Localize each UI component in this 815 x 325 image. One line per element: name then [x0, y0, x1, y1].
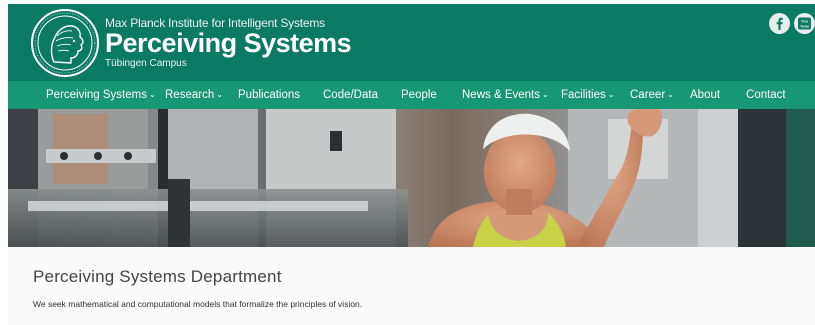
nav-item-publications[interactable]: Publications — [238, 81, 300, 109]
hero-photo-illustration — [8, 109, 815, 247]
chevron-down-icon: ⌄ — [148, 90, 156, 99]
site-header: Max Planck Institute for Intelligent Sys… — [8, 4, 815, 81]
nav-label: Research — [165, 89, 215, 101]
nav-item-facilities[interactable]: Facilities ⌄ — [561, 81, 614, 109]
chevron-down-icon: ⌄ — [667, 90, 674, 99]
nav-label: Career — [630, 89, 666, 101]
facebook-icon[interactable] — [769, 13, 790, 34]
chevron-down-icon: ⌄ — [607, 90, 615, 99]
nav-label: People — [401, 89, 437, 101]
hero-image — [8, 109, 815, 247]
nav-label: News & Events — [462, 89, 540, 101]
campus-name: Tübingen Campus — [105, 58, 187, 69]
youtube-label-bottom: Tube — [800, 23, 810, 28]
nav-item-contact[interactable]: Contact — [746, 81, 786, 109]
youtube-icon[interactable]: You Tube — [794, 13, 815, 34]
page: Max Planck Institute for Intelligent Sys… — [8, 4, 815, 325]
nav-item-career[interactable]: Career ⌄ — [630, 81, 674, 109]
nav-label: Publications — [238, 89, 301, 101]
nav-label: Facilities — [561, 89, 606, 101]
nav-label: Perceiving Systems — [46, 89, 147, 101]
chevron-down-icon: ⌄ — [216, 90, 223, 99]
department-name: Perceiving Systems — [105, 28, 352, 58]
chevron-down-icon: ⌄ — [541, 90, 549, 99]
nav-label: About — [690, 89, 721, 101]
nav-label: Contact — [746, 89, 786, 101]
page-title: Perceiving Systems Department — [33, 267, 282, 286]
main-nav: Perceiving Systems ⌄ Research ⌄ Publicatio… — [8, 81, 815, 109]
minerva-seal-icon[interactable] — [30, 8, 100, 78]
page-description: We seek mathematical and computational m… — [33, 299, 363, 309]
nav-item-about[interactable]: About — [690, 81, 720, 109]
nav-item-perceiving-systems[interactable]: Perceiving Systems ⌄ — [46, 81, 156, 109]
nav-item-code-data[interactable]: Code/Data — [323, 81, 378, 109]
brand-block[interactable]: Max Planck Institute for Intelligent Sys… — [105, 17, 352, 70]
nav-item-news-events[interactable]: News & Events ⌄ — [462, 81, 549, 109]
nav-item-people[interactable]: People — [401, 81, 437, 109]
nav-label: Code/Data — [323, 89, 378, 101]
nav-item-research[interactable]: Research ⌄ — [165, 81, 223, 109]
